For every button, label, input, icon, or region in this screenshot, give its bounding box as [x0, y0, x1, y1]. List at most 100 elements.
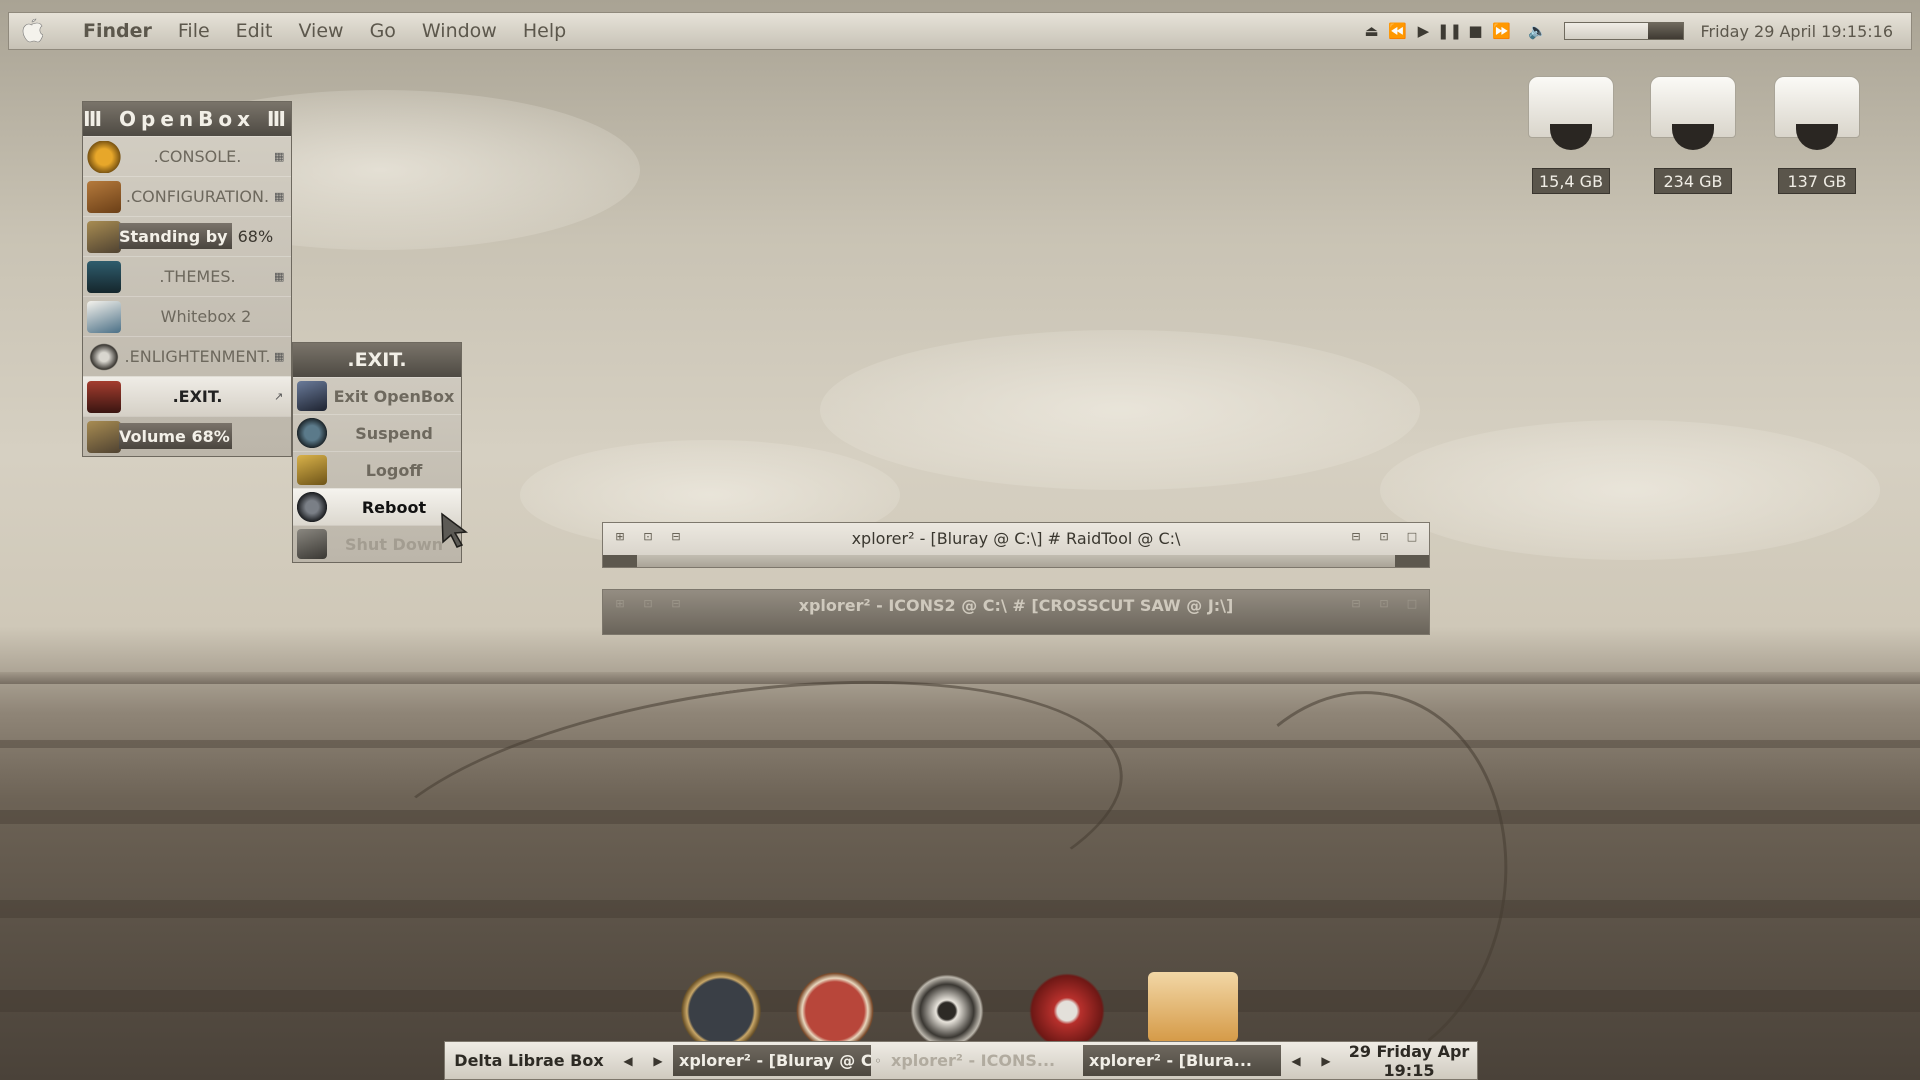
exit-openbox-item[interactable]: Exit OpenBox	[293, 377, 461, 414]
app-grid-stack-icon[interactable]	[1148, 972, 1238, 1042]
submenu-arrow-icon: ▦	[274, 150, 285, 163]
play-icon[interactable]: ▶	[1410, 18, 1436, 44]
standby-meter-icon	[87, 220, 121, 253]
menu-item-standby[interactable]: Standing by 68%	[83, 216, 291, 256]
gear-icon	[87, 140, 121, 173]
menu-item-enlightenment[interactable]: .ENLIGHTENMENT. ▦	[83, 336, 291, 376]
cloud	[1380, 420, 1880, 560]
maximize-icon[interactable]: ⊡	[1377, 529, 1391, 543]
drive-shadow	[1672, 124, 1714, 150]
close-icon[interactable]: □	[1405, 596, 1419, 610]
volume-slider-fill	[1648, 23, 1684, 39]
shutdown-item[interactable]: Shut Down	[293, 525, 461, 562]
menu-item-console[interactable]: .CONSOLE. ▦	[83, 136, 291, 176]
cloud	[820, 330, 1420, 490]
standby-progress-text: Standing by 68%	[119, 223, 273, 249]
submenu-arrow-icon: ▦	[274, 350, 285, 363]
window-scrollbar[interactable]	[603, 555, 1429, 567]
menu-item-exit[interactable]: .EXIT. ↗	[83, 376, 291, 416]
taskbar-prev-icon[interactable]: ◀	[613, 1054, 643, 1068]
xplorer-window-active[interactable]: ⊞ ⊡ ⊟ xplorer² - [Bluray @ C:\] # RaidTo…	[602, 522, 1430, 568]
openbox-menu: Ⅲ OpenBox Ⅲ .CONSOLE. ▦ .CONFIGURATION. …	[82, 101, 292, 457]
minimize-icon[interactable]: ⊟	[1349, 596, 1363, 610]
menu-app-finder[interactable]: Finder	[83, 20, 152, 42]
xplorer-window-inactive[interactable]: ⊞ ⊡ ⊟ xplorer² - ICONS2 @ C:\ # [CROSSCU…	[602, 589, 1430, 635]
suspend-icon	[297, 418, 327, 448]
apple-logo-icon[interactable]	[17, 16, 47, 46]
taskbar-next-icon[interactable]: ▶	[643, 1054, 673, 1068]
taskbar-task-2[interactable]: xplorer² - ICONS...	[885, 1045, 1083, 1076]
mouse-cursor-icon	[441, 512, 469, 548]
themes-icon	[87, 260, 121, 293]
taskbar-next-icon[interactable]: ▶	[1311, 1054, 1341, 1068]
suspend-item[interactable]: Suspend	[293, 414, 461, 451]
logoff-icon	[297, 455, 327, 485]
taskbar-task-label: xplorer² - [Bluray @ C...	[679, 1051, 871, 1070]
taskbar-task-1[interactable]: xplorer² - [Bluray @ C...	[673, 1045, 871, 1076]
eject-icon[interactable]: ⏏	[1358, 18, 1384, 44]
menu-item-label: Whitebox 2	[160, 307, 252, 326]
volume-progress-bar: Volume 68%	[119, 423, 285, 449]
taskbar-prev-icon[interactable]: ◀	[1281, 1054, 1311, 1068]
menu-help[interactable]: Help	[523, 20, 566, 42]
menu-item-label: .THEMES.	[159, 267, 236, 286]
menu-file[interactable]: File	[178, 20, 210, 42]
exit-menu-label: Exit OpenBox	[333, 386, 455, 406]
speaker-icon[interactable]: 🔈	[1524, 18, 1550, 44]
taskbar-clock: 29 Friday Apr 19:15	[1348, 1041, 1470, 1080]
menubar-extras: ⏏ ⏪ ▶ ❚❚ ■ ⏩ 🔈 Friday 29 April 19:15:16	[1358, 13, 1893, 49]
taskbar-task-label: xplorer² - [Blura...	[1089, 1051, 1252, 1070]
menu-item-label: .CONFIGURATION.	[125, 187, 270, 206]
taskbar-separator-icon: ◦	[874, 1053, 882, 1068]
taskbar-start-label[interactable]: Delta Librae Box	[445, 1051, 613, 1070]
exit-submenu: .EXIT. Exit OpenBox Suspend Logoff Reboo…	[292, 342, 462, 563]
drive-internal[interactable]: 15,4 GB	[1520, 74, 1620, 204]
maximize-icon[interactable]: ⊡	[1377, 596, 1391, 610]
menu-item-themes[interactable]: .THEMES. ▦	[83, 256, 291, 296]
volume-slider[interactable]	[1564, 22, 1685, 40]
taskbar-task-label: xplorer² - ICONS...	[891, 1051, 1056, 1070]
scrollbar-left-handle[interactable]	[603, 555, 637, 567]
submenu-arrow-icon: ▦	[274, 190, 285, 203]
standby-progress-bar: Standing by 68%	[119, 223, 285, 249]
window-right-buttons: ⊟ ⊡ □	[1349, 529, 1419, 543]
submenu-arrow-icon: ▦	[274, 270, 285, 283]
enlightenment-icon	[87, 340, 121, 373]
menu-item-label: .CONSOLE.	[153, 147, 242, 166]
menu-go[interactable]: Go	[370, 20, 396, 42]
menu-item-volume[interactable]: Volume 68%	[83, 416, 291, 456]
field-track	[345, 637, 1141, 1009]
logoff-item[interactable]: Logoff	[293, 451, 461, 488]
window-title: xplorer² - ICONS2 @ C:\ # [CROSSCUT SAW …	[798, 595, 1234, 615]
menu-view[interactable]: View	[298, 20, 343, 42]
menu-window[interactable]: Window	[422, 20, 497, 42]
exit-terminal-icon	[87, 380, 121, 413]
volume-progress-text: Volume 68%	[119, 423, 230, 449]
volume-label: Volume 68%	[119, 426, 230, 446]
stop-icon[interactable]: ■	[1462, 18, 1488, 44]
menu-edit[interactable]: Edit	[236, 20, 273, 42]
top-menubar: Finder File Edit View Go Window Help ⏏ ⏪…	[8, 12, 1912, 50]
reboot-item[interactable]: Reboot	[293, 488, 461, 525]
scrollbar-right-handle[interactable]	[1395, 555, 1429, 567]
rewind-icon[interactable]: ⏪	[1384, 18, 1410, 44]
standby-percent: 68%	[237, 226, 274, 246]
pause-icon[interactable]: ❚❚	[1436, 18, 1462, 44]
reboot-icon	[297, 492, 327, 522]
drive-size-label: 15,4 GB	[1532, 168, 1610, 194]
fast-forward-icon[interactable]: ⏩	[1488, 18, 1514, 44]
drive-firewire[interactable]: 234 GB	[1642, 74, 1742, 204]
menu-item-whitebox[interactable]: Whitebox 2	[83, 296, 291, 336]
exit-openbox-icon	[297, 381, 327, 411]
horizon	[0, 672, 1920, 684]
close-icon[interactable]: □	[1405, 529, 1419, 543]
menu-item-configuration[interactable]: .CONFIGURATION. ▦	[83, 176, 291, 216]
menubar-clock: Friday 29 April 19:15:16	[1700, 21, 1893, 41]
taskbar-task-3[interactable]: xplorer² - [Blura...	[1083, 1045, 1281, 1076]
window-title: xplorer² - [Bluray @ C:\] # RaidTool @ C…	[851, 528, 1181, 548]
drive-size-label: 137 GB	[1778, 168, 1856, 194]
taskbar: Delta Librae Box ◀ ▶ xplorer² - [Bluray …	[444, 1041, 1478, 1080]
minimize-icon[interactable]: ⊟	[1349, 529, 1363, 543]
drive-usb[interactable]: 137 GB	[1766, 74, 1866, 204]
drive-shadow	[1796, 124, 1838, 150]
